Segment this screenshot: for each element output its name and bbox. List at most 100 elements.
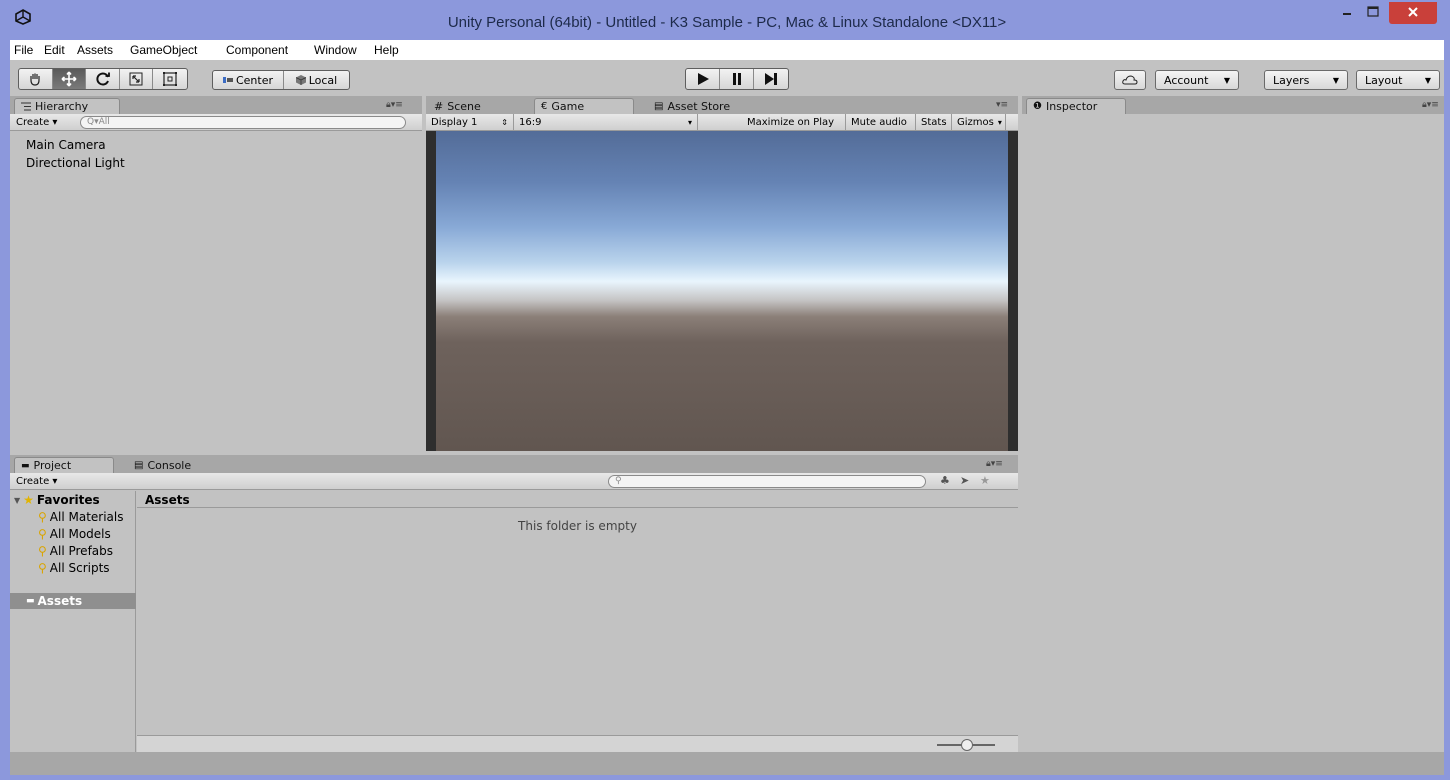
pause-button[interactable] [720,69,754,89]
project-tabbar: ▬ Project ▤ Console 🔒︎▾≡ [10,455,1018,473]
transform-tools [18,68,188,90]
chevron-down-icon: ▼ [1332,75,1339,85]
favorite-item[interactable]: ⚲ All Scripts [38,561,110,575]
menu-assets[interactable]: Assets [77,43,113,57]
maximize-on-play-toggle[interactable]: Maximize on Play [742,114,846,131]
hierarchy-search-input[interactable]: Q▾All [80,116,406,129]
hierarchy-create-button[interactable]: Create ▾ [16,116,57,129]
unity-window: Unity Personal (64bit) - Untitled - K3 S… [4,0,1450,780]
project-sidebar: ▼ ★ Favorites ⚲ All Materials ⚲ All Models… [10,491,136,752]
game-viewport[interactable] [426,131,1018,451]
hierarchy-panel: Create ▾ Q▾All Main Camera Directional L… [10,114,422,450]
project-footer [137,735,1018,752]
account-dropdown[interactable]: Account ▼ [1155,70,1239,90]
favorite-label: All Materials [49,510,124,524]
menu-edit[interactable]: Edit [44,43,65,57]
folder-icon: ▬ [21,460,30,471]
hand-tool-button[interactable] [19,69,53,89]
pivot-toggles: Center Local [212,70,350,90]
layout-dropdown[interactable]: Layout ▼ [1356,70,1440,90]
console-icon: ▤ [134,459,144,471]
project-search-input[interactable]: ⚲ [608,475,926,488]
favorite-item[interactable]: ⚲ All Models [38,527,111,541]
breadcrumb[interactable]: Assets [137,491,1018,508]
filter-label-icon[interactable]: ➤ [960,474,969,487]
game-toolbar: Display 1 ⇕ 16:9 ▾ Maximize on Play Mute… [426,114,1018,131]
favorites-header[interactable]: ▼ ★ Favorites [14,493,100,507]
playback-controls [685,68,789,90]
star-icon: ★ [23,493,34,507]
slider-thumb[interactable] [961,739,973,751]
lock-icon[interactable]: 🔒︎▾≡ [386,100,403,110]
updown-icon: ⇕ [501,118,508,127]
favorite-item[interactable]: ⚲ All Prefabs [38,544,113,558]
center-tabbar: # Scene € Game ▤ Asset Store ▾≡ [426,96,1018,114]
menu-component[interactable]: Component [226,43,288,57]
gizmos-dropdown[interactable]: Gizmos ▾ [952,114,1006,131]
panel-menu-icon[interactable]: ▾≡ [996,100,1008,110]
tab-inspector[interactable]: ❶ Inspector [1026,98,1126,114]
list-icon [21,102,31,111]
play-button[interactable] [686,69,721,89]
create-label: Create [16,476,50,487]
tab-game[interactable]: € Game [534,98,634,114]
maximize-icon [1367,6,1379,17]
display-select[interactable]: Display 1 ⇕ [426,114,514,131]
hand-icon [30,73,40,86]
tab-hierarchy[interactable]: Hierarchy [14,98,120,114]
chevron-down-icon: ▾ [997,118,1002,127]
minimize-button[interactable] [1334,2,1360,24]
stats-toggle[interactable]: Stats [916,114,952,131]
rotate-tool-button[interactable] [86,69,120,89]
chevron-down-icon: ▼ [1424,75,1431,85]
info-icon: ❶ [1033,101,1042,112]
layout-label: Layout [1365,73,1403,87]
filter-type-icon[interactable]: ♣ [940,474,950,487]
maximize-button[interactable] [1360,2,1386,24]
tab-hierarchy-label: Hierarchy [35,100,89,113]
move-tool-button[interactable] [52,69,87,89]
menu-window[interactable]: Window [314,43,357,57]
pivot-center-button[interactable]: Center [213,71,284,89]
search-icon: ⚲ [38,544,47,558]
mute-audio-toggle[interactable]: Mute audio [846,114,916,131]
aspect-select[interactable]: 16:9 ▾ [514,114,698,131]
tab-scene-label: Scene [447,99,481,113]
tab-inspector-label: Inspector [1045,100,1098,113]
tab-scene[interactable]: # Scene [428,98,508,114]
cloud-button[interactable] [1114,70,1146,90]
step-icon [764,73,777,85]
pivot-local-label: Local [308,73,338,87]
store-icon: ▤ [654,100,664,112]
favorite-star-icon[interactable]: ★ [980,474,990,487]
menu-file[interactable]: File [14,43,33,57]
hierarchy-tabbar: Hierarchy 🔒︎▾≡ [10,96,422,114]
lock-icon[interactable]: 🔒︎▾≡ [986,459,1003,469]
rotate-icon [95,72,110,86]
hierarchy-toolbar: Create ▾ Q▾All [10,114,422,131]
scale-tool-button[interactable] [120,69,154,89]
rect-tool-button[interactable] [153,69,187,89]
cloud-icon [1122,75,1138,85]
menu-help[interactable]: Help [374,43,399,57]
skybox-render [436,131,1008,451]
tab-project[interactable]: ▬ Project [14,457,114,473]
tab-console[interactable]: ▤ Console [128,457,218,473]
pivot-local-button[interactable]: Local [284,71,349,89]
close-button[interactable] [1389,2,1437,24]
assets-folder-item[interactable]: ▬ Assets [10,593,136,609]
favorite-item[interactable]: ⚲ All Materials [38,510,124,524]
search-icon: ⚲ [38,561,47,575]
tab-console-label: Console [147,458,192,472]
hierarchy-item[interactable]: Main Camera [26,138,106,152]
layers-dropdown[interactable]: Layers ▼ [1264,70,1348,90]
project-create-button[interactable]: Create ▾ [16,475,57,488]
title-bar: Unity Personal (64bit) - Untitled - K3 S… [4,0,1450,40]
menu-gameobject[interactable]: GameObject [130,43,197,57]
step-button[interactable] [754,69,788,89]
lock-icon[interactable]: 🔒︎▾≡ [1422,100,1439,110]
window-title: Unity Personal (64bit) - Untitled - K3 S… [447,14,1007,31]
hierarchy-item[interactable]: Directional Light [26,156,125,170]
status-bar [10,752,1444,775]
tab-asset-store[interactable]: ▤ Asset Store [648,98,748,114]
